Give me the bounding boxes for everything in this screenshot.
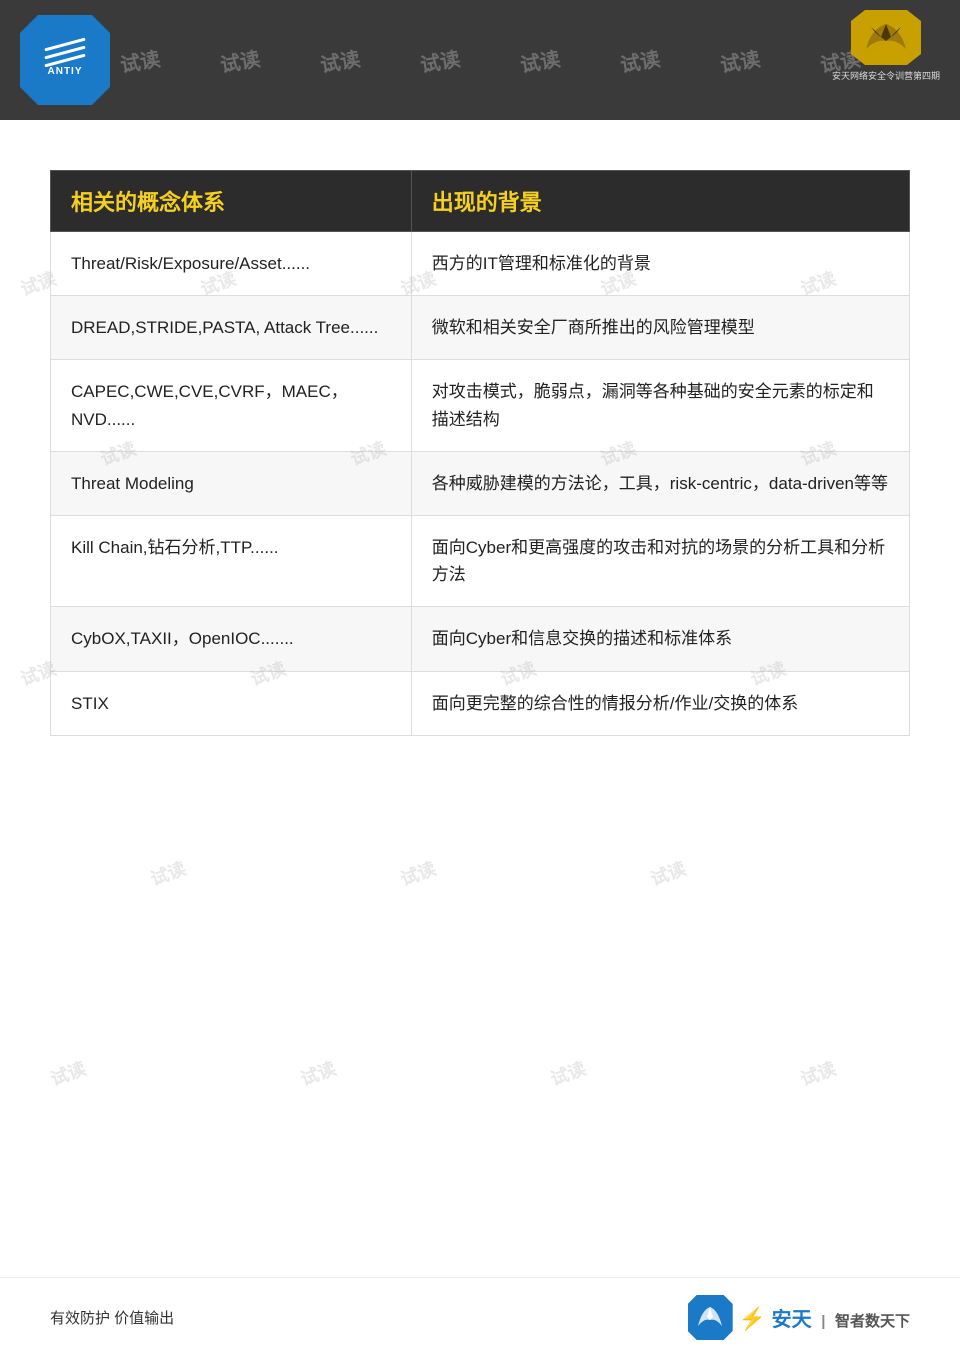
table-cell-col2-5: 面向Cyber和信息交换的描述和标准体系 bbox=[411, 607, 909, 671]
page-wm-17: 试读 bbox=[47, 1055, 90, 1092]
header: ANTIY 试读 试读 试读 试读 试读 试读 试读 试读 安天网络安全令训营第… bbox=[0, 0, 960, 120]
table-cell-col2-3: 各种威胁建模的方法论，工具，risk-centric，data-driven等等 bbox=[411, 451, 909, 515]
table-cell-col2-4: 面向Cyber和更高强度的攻击和对抗的场景的分析工具和分析方法 bbox=[411, 515, 909, 606]
watermark-1: 试读 bbox=[118, 42, 162, 78]
table-cell-col1-5: CybOX,TAXII，OpenIOC....... bbox=[51, 607, 412, 671]
footer-brand-container: ⚡ 安天 | 智者数天下 bbox=[739, 1303, 910, 1332]
footer-brand-sub: 智者数天下 bbox=[835, 1313, 910, 1330]
footer-logo: ⚡ 安天 | 智者数天下 bbox=[688, 1295, 910, 1340]
watermark-4: 试读 bbox=[418, 42, 462, 78]
col1-header: 相关的概念体系 bbox=[51, 171, 412, 232]
top-right-logo-svg bbox=[861, 19, 911, 57]
watermark-2: 试读 bbox=[218, 42, 262, 78]
table-row: CAPEC,CWE,CVE,CVRF，MAEC，NVD......对攻击模式，脆… bbox=[51, 360, 910, 451]
table-row: Kill Chain,钻石分析,TTP......面向Cyber和更高强度的攻击… bbox=[51, 515, 910, 606]
table-cell-col1-6: STIX bbox=[51, 671, 412, 735]
table-cell-col2-0: 西方的IT管理和标准化的背景 bbox=[411, 232, 909, 296]
table-header-row: 相关的概念体系 出现的背景 bbox=[51, 171, 910, 232]
page-wm-18: 试读 bbox=[297, 1055, 340, 1092]
table-row: Threat/Risk/Exposure/Asset......西方的IT管理和… bbox=[51, 232, 910, 296]
footer-logo-svg bbox=[694, 1304, 726, 1332]
table-row: STIX面向更完整的综合性的情报分析/作业/交换的体系 bbox=[51, 671, 910, 735]
table-cell-col2-1: 微软和相关安全厂商所推出的风险管理模型 bbox=[411, 296, 909, 360]
concept-table: 相关的概念体系 出现的背景 Threat/Risk/Exposure/Asset… bbox=[50, 170, 910, 736]
table-cell-col2-2: 对攻击模式，脆弱点，漏洞等各种基础的安全元素的标定和描述结构 bbox=[411, 360, 909, 451]
table-row: CybOX,TAXII，OpenIOC.......面向Cyber和信息交换的描… bbox=[51, 607, 910, 671]
logo-text: ANTIY bbox=[48, 66, 83, 77]
footer-divider: | bbox=[821, 1313, 825, 1330]
footer-logo-badge bbox=[688, 1295, 733, 1340]
top-right-logo-icon bbox=[851, 10, 921, 65]
page-wm-14: 试读 bbox=[147, 855, 190, 892]
footer-slogan: 有效防护 价值输出 bbox=[50, 1307, 174, 1328]
table-cell-col1-2: CAPEC,CWE,CVE,CVRF，MAEC，NVD...... bbox=[51, 360, 412, 451]
logo-lines bbox=[44, 43, 86, 62]
watermark-3: 试读 bbox=[318, 42, 362, 78]
page-wm-20: 试读 bbox=[797, 1055, 840, 1092]
watermark-7: 试读 bbox=[718, 42, 762, 78]
page-wm-19: 试读 bbox=[547, 1055, 590, 1092]
table-cell-col1-1: DREAD,STRIDE,PASTA, Attack Tree...... bbox=[51, 296, 412, 360]
watermark-5: 试读 bbox=[518, 42, 562, 78]
table-cell-col1-0: Threat/Risk/Exposure/Asset...... bbox=[51, 232, 412, 296]
top-right-subtitle: 安天网络安全令训营第四期 bbox=[832, 69, 940, 82]
table-cell-col1-4: Kill Chain,钻石分析,TTP...... bbox=[51, 515, 412, 606]
top-right-logo: 安天网络安全令训营第四期 bbox=[832, 10, 940, 82]
header-watermarks: 试读 试读 试读 试读 试读 试读 试读 试读 bbox=[90, 0, 960, 120]
main-content: 试读 试读 试读 试读 试读 试读 试读 试读 试读 试读 试读 试读 试读 试… bbox=[0, 120, 960, 1277]
lightning-icon: ⚡ bbox=[739, 1306, 766, 1331]
col2-header: 出现的背景 bbox=[411, 171, 909, 232]
footer: 有效防护 价值输出 ⚡ 安天 | 智者数天下 bbox=[0, 1277, 960, 1357]
page-wm-16: 试读 bbox=[647, 855, 690, 892]
footer-brand: ⚡ 安天 | 智者数天下 bbox=[739, 1309, 910, 1331]
table-cell-col1-3: Threat Modeling bbox=[51, 451, 412, 515]
table-row: Threat Modeling各种威胁建模的方法论，工具，risk-centri… bbox=[51, 451, 910, 515]
table-row: DREAD,STRIDE,PASTA, Attack Tree......微软和… bbox=[51, 296, 910, 360]
page-wm-15: 试读 bbox=[397, 855, 440, 892]
watermark-6: 试读 bbox=[618, 42, 662, 78]
table-cell-col2-6: 面向更完整的综合性的情报分析/作业/交换的体系 bbox=[411, 671, 909, 735]
footer-brand-text: 安天 bbox=[772, 1309, 812, 1331]
